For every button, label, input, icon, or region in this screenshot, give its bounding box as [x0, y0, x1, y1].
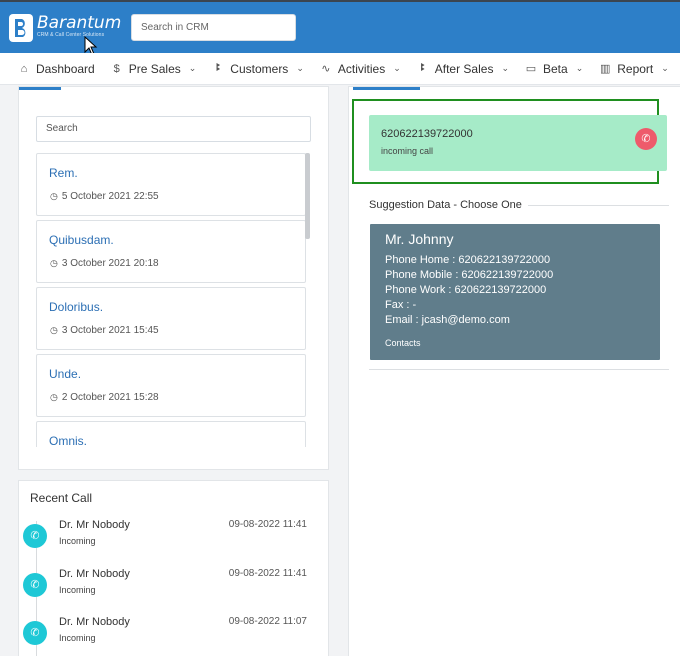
chevron-down-icon: ⌄ [296, 63, 304, 73]
nav-customers[interactable]: ꔪ Customers ⌄ [204, 53, 312, 84]
contact-phone-mobile: Phone Mobile : 620622139722000 [385, 269, 554, 281]
call-time: 09-08-2022 11:41 [228, 519, 307, 530]
note-date: 3 October 2021 20:18 [61, 258, 159, 269]
incoming-call-card[interactable]: 620622139722000 incoming call ✆ [369, 115, 667, 171]
active-tab-indicator [19, 87, 61, 90]
note-date: 2 October 2021 15:28 [61, 392, 159, 403]
note-title: Omnis. [49, 434, 88, 447]
nav-label: Report [617, 61, 654, 76]
call-item[interactable]: ✆ Dr. Mr Nobody Incoming 09-08-2022 11:4… [23, 519, 323, 559]
nav-label: Pre Sales [128, 61, 181, 76]
notes-panel: Search Rem. ◷ 5 October 2021 22:55 Quibus… [18, 86, 329, 470]
chevron-down-icon: ⌄ [661, 63, 669, 73]
home-icon: ⌂ [20, 62, 28, 75]
contacts-link[interactable]: Contacts [385, 338, 421, 348]
clock-icon: ◷ [50, 325, 58, 335]
list-item[interactable]: Quibusdam. ◷ 3 October 2021 20:18 [36, 220, 306, 283]
logo-mark-icon [9, 14, 33, 42]
incoming-number: 620622139722000 [381, 128, 473, 140]
barantum-logo[interactable]: Barantum CRM & Call Center Solutions [9, 14, 121, 42]
call-item[interactable]: ✆ Dr. Mr Nobody Incoming 09-08-2022 11:0… [23, 616, 323, 656]
call-time: 09-08-2022 11:07 [228, 616, 307, 627]
nav-report[interactable]: ▥ Report ⌄ [591, 53, 677, 84]
call-type: Incoming [59, 633, 96, 643]
clock-icon: ◷ [50, 191, 58, 201]
nav-label: Beta [543, 61, 568, 76]
incoming-status: incoming call [381, 146, 434, 156]
contact-email: Email : jcash@demo.com [385, 314, 510, 326]
active-tab-indicator [353, 87, 420, 90]
nav-activities[interactable]: ∿ Activities ⌄ [312, 53, 409, 84]
call-type: Incoming [59, 536, 96, 546]
divider [369, 369, 669, 370]
hangup-button[interactable]: ✆ [635, 128, 657, 150]
note-title: Quibusdam. [49, 233, 114, 247]
users-icon: ꔪ [215, 62, 221, 74]
caller-name: Dr. Mr Nobody [59, 616, 130, 628]
caller-name: Dr. Mr Nobody [59, 519, 130, 531]
list-item[interactable]: Omnis. [36, 421, 306, 447]
suggestion-title: Suggestion Data - Choose One [369, 199, 528, 211]
call-item[interactable]: ✆ Dr. Mr Nobody Incoming 09-08-2022 11:4… [23, 568, 323, 608]
list-item[interactable]: Unde. ◷ 2 October 2021 15:28 [36, 354, 306, 417]
contact-phone-work: Phone Work : 620622139722000 [385, 284, 547, 296]
nav-after-sales[interactable]: ꔪ After Sales ⌄ [409, 53, 517, 84]
nav-label: After Sales [434, 61, 494, 76]
list-item[interactable]: Rem. ◷ 5 October 2021 22:55 [36, 153, 306, 216]
folder-icon: ▭ [525, 63, 537, 75]
contact-name: Mr. Johnny [385, 231, 454, 247]
call-panel: 620622139722000 incoming call ✆ Suggesti… [348, 86, 680, 656]
phone-call-icon: ✆ [23, 573, 47, 597]
recent-call-title: Recent Call [30, 491, 93, 505]
crm-search-input[interactable]: Search in CRM [131, 14, 296, 41]
phone-call-icon: ✆ [23, 524, 47, 548]
list-scrollbar[interactable] [305, 153, 310, 239]
nav-label: Dashboard [36, 61, 95, 76]
call-type: Incoming [59, 585, 96, 595]
chevron-down-icon: ⌄ [393, 63, 401, 73]
chevron-down-icon: ⌄ [188, 63, 197, 73]
logo-name: Barantum [37, 13, 122, 33]
contact-fax: Fax : - [385, 299, 417, 311]
chevron-down-icon: ⌄ [575, 63, 584, 73]
users-icon: ꔪ [420, 62, 426, 74]
nav-pre-sales[interactable]: $ Pre Sales ⌄ [103, 53, 205, 84]
dollar-icon: $ [113, 62, 120, 75]
notes-search-input[interactable]: Search [36, 116, 311, 142]
clock-icon: ◷ [50, 258, 58, 268]
clock-icon: ◷ [50, 392, 58, 402]
contact-phone-home: Phone Home : 620622139722000 [385, 254, 551, 266]
nav-beta[interactable]: ▭ Beta ⌄ [517, 53, 591, 84]
note-title: Unde. [49, 367, 82, 381]
note-title: Doloribus. [49, 300, 104, 314]
main-nav: ⌂ Dashboard $ Pre Sales ⌄ ꔪ Customers ⌄ … [0, 53, 680, 85]
nav-label: Customers [230, 61, 289, 76]
note-date: 3 October 2021 15:45 [61, 325, 159, 336]
top-header: Barantum CRM & Call Center Solutions Sea… [0, 0, 680, 53]
phone-call-icon: ✆ [23, 621, 47, 645]
note-date: 5 October 2021 22:55 [61, 191, 159, 202]
nav-label: Activities [337, 61, 386, 76]
notes-list: Rem. ◷ 5 October 2021 22:55 Quibusdam. ◷ 3… [36, 153, 312, 447]
call-time: 09-08-2022 11:41 [228, 568, 307, 579]
pulse-icon: ∿ [321, 63, 331, 75]
caller-name: Dr. Mr Nobody [59, 568, 130, 580]
contact-card[interactable]: Mr. Johnny Phone Home : 620622139722000 … [370, 224, 660, 360]
nav-dashboard[interactable]: ⌂ Dashboard [0, 53, 103, 84]
list-item[interactable]: Doloribus. ◷ 3 October 2021 15:45 [36, 287, 306, 350]
bar-chart-icon: ▥ [600, 63, 611, 75]
recent-call-panel: Recent Call ✆ Dr. Mr Nobody Incoming 09-… [18, 480, 329, 656]
chevron-down-icon: ⌄ [501, 63, 509, 73]
note-title: Rem. [49, 166, 78, 180]
phone-icon: ✆ [641, 133, 651, 145]
